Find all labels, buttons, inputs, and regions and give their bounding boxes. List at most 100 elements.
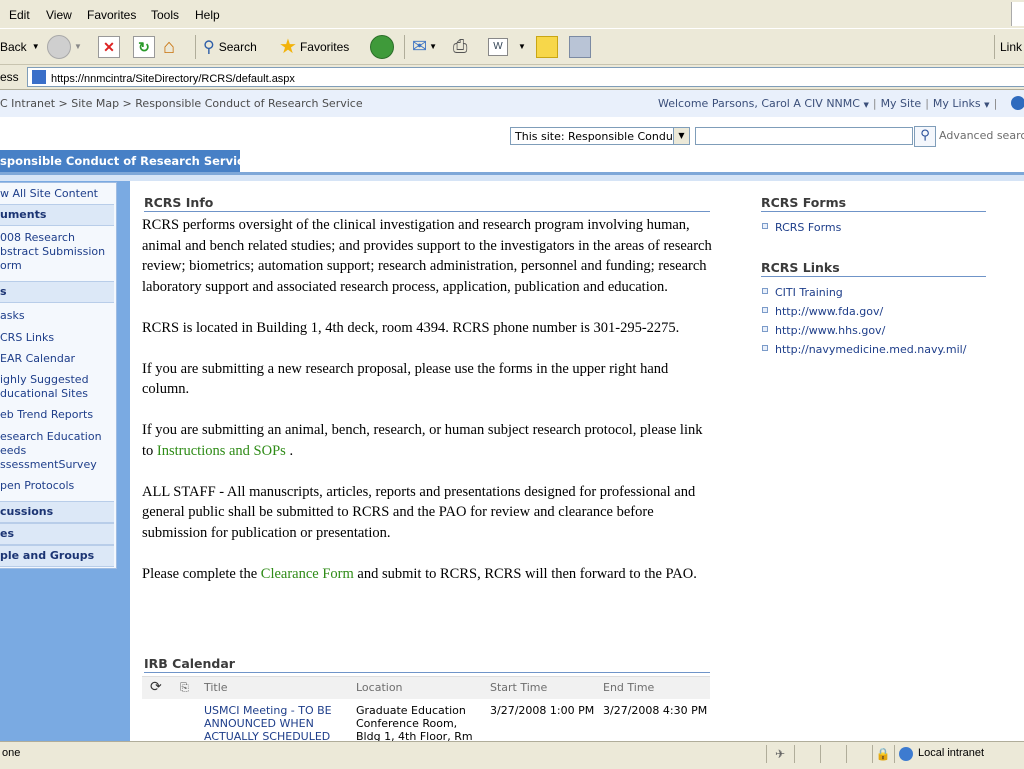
nav-open-protocols[interactable]: pen Protocols [0,479,114,492]
chevron-down-icon: ▼ [673,128,689,144]
links-button[interactable]: Link [1000,29,1022,64]
advanced-search-link[interactable]: Advanced search [939,129,1024,142]
word-icon: W [488,37,508,56]
address-bar: ess https://nnmcintra/SiteDirectory/RCRS… [0,65,1024,90]
column-title[interactable]: Title [204,681,228,694]
column-location[interactable]: Location [356,681,403,694]
nav-year-calendar[interactable]: EAR Calendar [0,352,114,365]
tab-rcrs-home[interactable]: sponsible Conduct of Research Service [0,150,240,172]
rcrs-forms-link-label: RCRS Forms [775,221,842,234]
refresh-button[interactable]: ↻ [133,29,155,64]
chevron-down-icon: ▼ [74,42,82,51]
calendar-event-title-link[interactable]: USMCI Meeting - TO BE ANNOUNCED WHEN ACT… [204,704,344,741]
rcrs-protocol-paragraph: If you are submitting an animal, bench, … [142,420,712,461]
history-button[interactable] [370,29,397,64]
mail-icon: ✉ [412,36,428,56]
protocol-text-end: . [285,442,294,459]
back-button[interactable]: Back ▼ [0,29,40,64]
rcrs-clearance-paragraph: Please complete the Clearance Form and s… [142,564,712,585]
menu-view[interactable]: View [46,8,72,22]
search-go-button[interactable]: ⚲ [914,126,936,147]
link-label: http://www.fda.gov/ [775,305,884,318]
bullet-icon [762,223,768,229]
event-title-line: ANNOUNCED WHEN [204,717,314,730]
column-end-time[interactable]: End Time [603,681,654,694]
home-button[interactable]: ⌂ [163,29,187,64]
status-bar: one ✈ 🔒 Local intranet [0,741,1024,769]
my-site-link[interactable]: My Site [881,97,922,110]
chevron-down-icon: ▼ [518,42,526,51]
window-edge [1011,2,1024,26]
rcrs-info-body: RCRS performs oversight of the clinical … [142,215,712,605]
menu-favorites[interactable]: Favorites [87,8,136,22]
menu-help[interactable]: Help [195,8,220,22]
research-button[interactable] [569,29,591,64]
nav-suggested-sites-line1[interactable]: ighly Suggested [0,373,114,386]
search-icon: ⚲ [920,128,930,143]
rcrs-forms-link[interactable]: RCRS Forms [762,221,841,234]
edit-button[interactable]: W ▼ [488,29,526,64]
nav-education-needs-line3[interactable]: ssessmentSurvey [0,458,114,471]
fda-link[interactable]: http://www.fda.gov/ [762,305,883,318]
nav-rcrs-links[interactable]: CRS Links [0,331,114,344]
address-input[interactable]: https://nnmcintra/SiteDirectory/RCRS/def… [27,67,1024,87]
rcrs-proposal-paragraph: If you are submitting a new research pro… [142,360,669,398]
print-icon: ⎙ [453,36,468,56]
nav-research-abstract-line1[interactable]: 008 Research [0,231,114,244]
history-icon [370,34,394,59]
nav-web-trend-reports[interactable]: eb Trend Reports [0,408,114,421]
stop-button[interactable]: ✕ [98,29,120,64]
lock-icon: 🔒 [872,745,893,763]
column-start-time[interactable]: Start Time [490,681,547,694]
quick-launch-header-people[interactable]: ple and Groups [0,545,114,567]
address-label: ess [0,70,19,84]
link-label: http://www.hhs.gov/ [775,324,886,337]
breadcrumb[interactable]: C Intranet > Site Map > Responsible Cond… [0,97,363,110]
welcome-menu[interactable]: Welcome Parsons, Carol A CIV NNMC ▼ [658,97,869,110]
clearance-form-link[interactable]: Clearance Form [261,566,354,582]
note-button[interactable] [536,29,558,64]
quick-launch-header-sites[interactable]: es [0,523,114,545]
chevron-down-icon: ▼ [31,42,40,51]
my-links-menu[interactable]: My Links ▼ [933,97,990,110]
rcrs-info-title: RCRS Info [144,195,710,212]
event-title-line: USMCI Meeting - TO BE [204,704,332,717]
refresh-icon[interactable]: ⟳ [150,679,162,695]
print-button[interactable]: ⎙ [453,29,467,64]
bullet-icon [762,307,768,313]
forward-button[interactable]: ▼ [47,29,82,64]
nav-research-abstract-line2[interactable]: bstract Submission [0,245,114,258]
stop-icon: ✕ [98,35,120,58]
help-icon[interactable] [1011,96,1024,110]
search-input[interactable] [695,127,913,145]
nav-research-abstract-line3[interactable]: orm [0,259,114,272]
quick-launch-header-documents[interactable]: uments [0,204,114,226]
citi-training-link[interactable]: CITI Training [762,286,843,299]
nav-education-needs-line1[interactable]: esearch Education [0,430,114,443]
search-scope-select[interactable]: This site: Responsible Conduct ▼ [510,127,690,145]
mail-button[interactable]: ✉ ▼ [412,29,437,64]
browser-toolbar: Back ▼ ▼ ✕ ↻ ⌂ ⚲ Search ★ Favorites ✉ ▼ … [0,29,1024,65]
view-all-site-content-link[interactable]: w All Site Content [0,187,114,200]
navymedicine-link[interactable]: http://navymedicine.med.navy.mil/ [762,343,966,356]
quick-launch: w All Site Content uments 008 Research b… [0,182,117,569]
instructions-sops-link[interactable]: Instructions and SOPs [157,443,286,459]
user-bar: Welcome Parsons, Carol A CIV NNMC ▼ | My S… [658,97,998,110]
quick-launch-header-lists[interactable]: s [0,281,114,303]
nav-suggested-sites-line2[interactable]: ducational Sites [0,387,114,400]
menu-edit[interactable]: Edit [9,8,30,22]
my-links-text: My Links [932,97,981,110]
nav-tasks[interactable]: asks [0,309,114,322]
search-button[interactable]: ⚲ Search [203,29,257,64]
status-text: one [2,747,21,759]
menu-tools[interactable]: Tools [151,8,179,22]
menu-bar: Edit View Favorites Tools Help [0,0,1024,29]
hhs-link[interactable]: http://www.hhs.gov/ [762,324,885,337]
star-icon: ★ [279,36,297,58]
quick-launch-header-discussions[interactable]: cussions [0,501,114,523]
site-top-bar: C Intranet > Site Map > Responsible Cond… [0,90,1024,117]
favorites-button-label: Favorites [299,39,350,54]
favorites-button[interactable]: ★ Favorites [279,29,349,64]
nav-education-needs-line2[interactable]: eeds [0,444,114,457]
page-icon [31,69,47,85]
